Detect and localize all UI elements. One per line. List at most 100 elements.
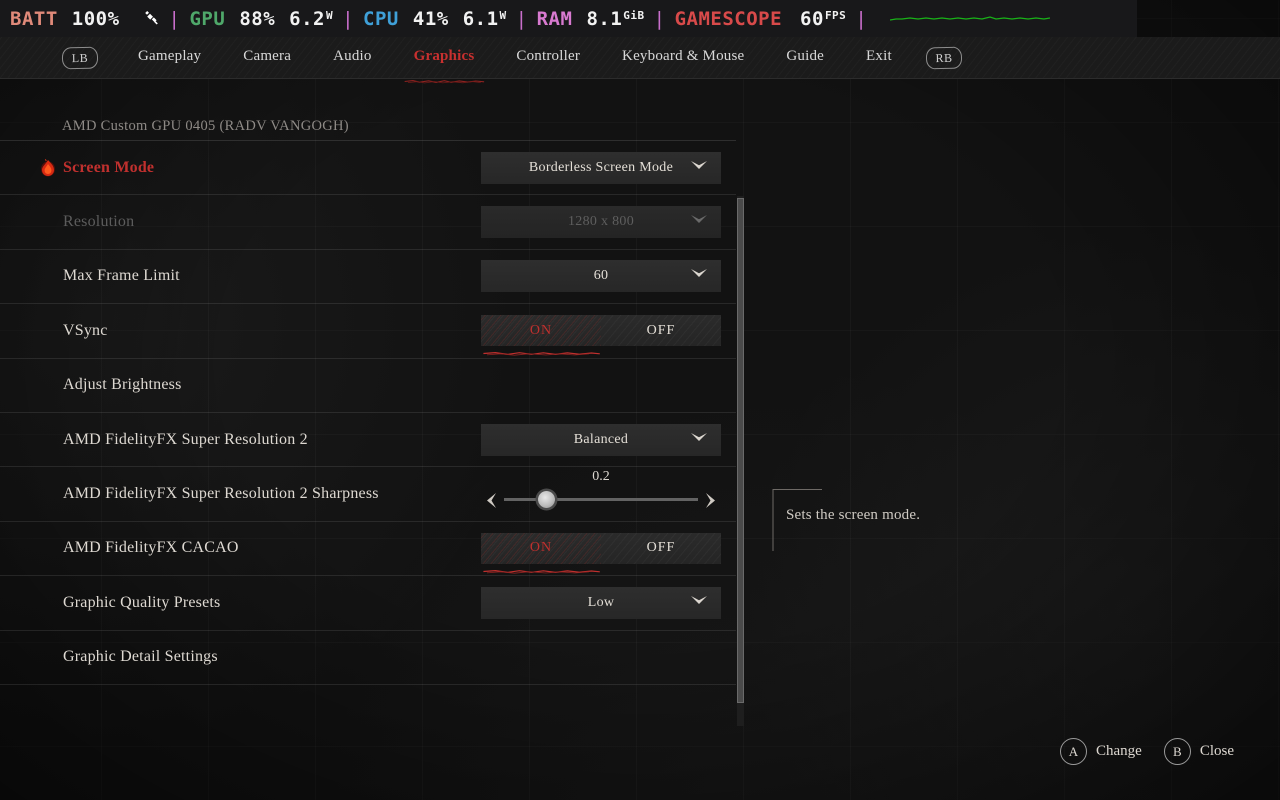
slider-decrease-arrow-icon[interactable] xyxy=(485,492,498,509)
setting-row-max-frame-limit[interactable]: Max Frame Limit 60 xyxy=(0,250,736,305)
toggle-cacao[interactable]: ON OFF xyxy=(481,532,721,574)
gpu-info-text: AMD Custom GPU 0405 (RADV VANGOGH) xyxy=(62,118,349,134)
tab-camera-label: Camera xyxy=(243,48,292,64)
setting-row-fsr2-sharpness[interactable]: AMD FidelityFX Super Resolution 2 Sharpn… xyxy=(0,467,736,522)
perf-separator-5: | xyxy=(855,7,868,30)
left-bumper-icon[interactable]: LB xyxy=(61,46,99,69)
gamescope-label: GAMESCOPE xyxy=(674,7,783,30)
settings-scrollbar-track[interactable] xyxy=(737,196,744,726)
dropdown-value-fsr2: Balanced xyxy=(573,431,629,447)
setting-label-max-frame-limit: Max Frame Limit xyxy=(63,267,180,285)
setting-row-screen-mode[interactable]: Screen Mode Borderless Screen Mode xyxy=(0,140,736,196)
graphics-settings-panel: AMD Custom GPU 0405 (RADV VANGOGH) Scree… xyxy=(0,78,760,726)
control-max-frame-limit: 60 xyxy=(481,260,721,293)
setting-label-resolution: Resolution xyxy=(63,213,135,231)
dropdown-fsr2[interactable]: Balanced xyxy=(481,423,721,456)
control-fsr2-sharpness: 0.2 xyxy=(481,469,721,515)
tab-guide[interactable]: Guide xyxy=(784,44,826,71)
tab-camera[interactable]: Camera xyxy=(241,44,293,71)
setting-row-adjust-brightness[interactable]: Adjust Brightness xyxy=(0,359,736,413)
description-text: Sets the screen mode. xyxy=(786,507,921,523)
setting-label-graphic-quality-presets: Graphic Quality Presets xyxy=(63,593,221,611)
tab-graphics[interactable]: Graphics xyxy=(404,44,484,84)
battery-value: 100% xyxy=(71,7,120,30)
control-resolution: 1280 x 800 xyxy=(481,206,721,239)
button-hints: A Change B Close xyxy=(1060,738,1234,765)
slider-fsr2-sharpness[interactable]: 0.2 xyxy=(481,469,721,515)
chevron-down-icon xyxy=(690,160,708,176)
button-b-icon: B xyxy=(1163,738,1191,765)
settings-scrollbar-thumb[interactable] xyxy=(737,198,744,703)
selection-flame-icon xyxy=(39,157,59,179)
dropdown-max-frame-limit[interactable]: 60 xyxy=(481,260,721,293)
hint-change-label: Change xyxy=(1096,743,1142,759)
cpu-usage-value: 41% xyxy=(412,7,449,30)
slider-handle[interactable] xyxy=(538,491,556,509)
tab-exit-label: Exit xyxy=(866,48,892,64)
tab-guide-label: Guide xyxy=(786,48,825,64)
setting-row-vsync[interactable]: VSync ON OFF xyxy=(0,304,736,359)
slider-track[interactable] xyxy=(504,498,698,502)
toggle-cacao-on[interactable]: ON xyxy=(481,532,601,564)
setting-label-vsync: VSync xyxy=(63,321,108,339)
performance-overlay-bar: BATT 100% | GPU 88% 6.2 W | CPU 41% 6.1 … xyxy=(0,0,1137,37)
settings-list: Screen Mode Borderless Screen Mode Resol… xyxy=(0,140,736,685)
tab-controller[interactable]: Controller xyxy=(514,44,582,71)
toggle-vsync-off[interactable]: OFF xyxy=(601,315,721,346)
hint-change[interactable]: A Change xyxy=(1060,738,1142,765)
cpu-label: CPU xyxy=(363,7,399,30)
fps-unit: FPS xyxy=(824,8,847,22)
tab-keyboard-mouse[interactable]: Keyboard & Mouse xyxy=(620,44,746,71)
dropdown-value-screen-mode: Borderless Screen Mode xyxy=(528,159,674,175)
tab-gameplay-label: Gameplay xyxy=(138,48,202,64)
perf-separator-4: | xyxy=(653,7,666,30)
setting-row-cacao[interactable]: AMD FidelityFX CACAO ON OFF xyxy=(0,522,736,577)
cpu-power: 6.1 W xyxy=(463,8,507,30)
toggle-cacao-off[interactable]: OFF xyxy=(601,533,721,564)
gpu-power-value: 6.2 xyxy=(289,7,325,30)
hint-close-label: Close xyxy=(1199,743,1234,759)
game-settings-screen: BATT 100% | GPU 88% 6.2 W | CPU 41% 6.1 … xyxy=(0,0,1280,800)
fps-readout: 60 FPS xyxy=(800,8,846,30)
chevron-down-icon xyxy=(690,214,708,230)
perf-separator-2: | xyxy=(342,7,355,30)
dropdown-resolution: 1280 x 800 xyxy=(481,206,721,239)
toggle-vsync-on[interactable]: ON xyxy=(481,315,601,347)
right-bumper-icon[interactable]: RB xyxy=(925,46,963,69)
dropdown-value-max-frame-limit: 60 xyxy=(593,268,609,284)
control-vsync: ON OFF xyxy=(481,315,721,356)
button-a-icon: A xyxy=(1060,738,1087,765)
active-tab-underline xyxy=(403,72,486,84)
setting-label-adjust-brightness: Adjust Brightness xyxy=(63,376,182,394)
dropdown-screen-mode[interactable]: Borderless Screen Mode xyxy=(481,151,721,184)
slider-value-fsr2-sharpness: 0.2 xyxy=(592,469,610,485)
setting-label-fsr2-sharpness: AMD FidelityFX Super Resolution 2 Sharpn… xyxy=(63,485,379,503)
chevron-down-icon xyxy=(690,432,708,448)
tab-graphics-label: Graphics xyxy=(413,48,475,64)
power-plug-icon xyxy=(142,8,160,31)
tab-audio[interactable]: Audio xyxy=(331,44,374,71)
hint-close[interactable]: B Close xyxy=(1163,738,1234,765)
control-fsr2: Balanced xyxy=(481,423,721,456)
ram-value: 8.1 xyxy=(586,7,623,30)
dropdown-graphic-quality-presets[interactable]: Low xyxy=(481,586,721,619)
control-graphic-quality-presets: Low xyxy=(481,586,721,619)
setting-label-fsr2: AMD FidelityFX Super Resolution 2 xyxy=(63,430,308,448)
control-cacao: ON OFF xyxy=(481,532,721,574)
setting-row-fsr2[interactable]: AMD FidelityFX Super Resolution 2 Balanc… xyxy=(0,413,736,468)
dropdown-value-graphic-quality-presets: Low xyxy=(587,594,615,610)
tab-gameplay[interactable]: Gameplay xyxy=(136,44,203,71)
tab-exit[interactable]: Exit xyxy=(864,44,894,71)
slider-increase-arrow-icon[interactable] xyxy=(704,492,717,509)
tab-controller-label: Controller xyxy=(516,48,581,64)
toggle-selection-underline xyxy=(481,344,601,356)
toggle-vsync[interactable]: ON OFF xyxy=(481,315,721,356)
gpu-label: GPU xyxy=(189,7,226,30)
frametime-graph-icon xyxy=(876,8,1051,30)
toggle-selection-underline xyxy=(481,562,601,574)
setting-row-graphic-detail-settings[interactable]: Graphic Detail Settings xyxy=(0,631,736,685)
setting-row-graphic-quality-presets[interactable]: Graphic Quality Presets Low xyxy=(0,576,736,631)
chevron-down-icon xyxy=(690,595,708,611)
ram-unit: GiB xyxy=(623,8,645,22)
fps-value: 60 xyxy=(800,7,824,30)
